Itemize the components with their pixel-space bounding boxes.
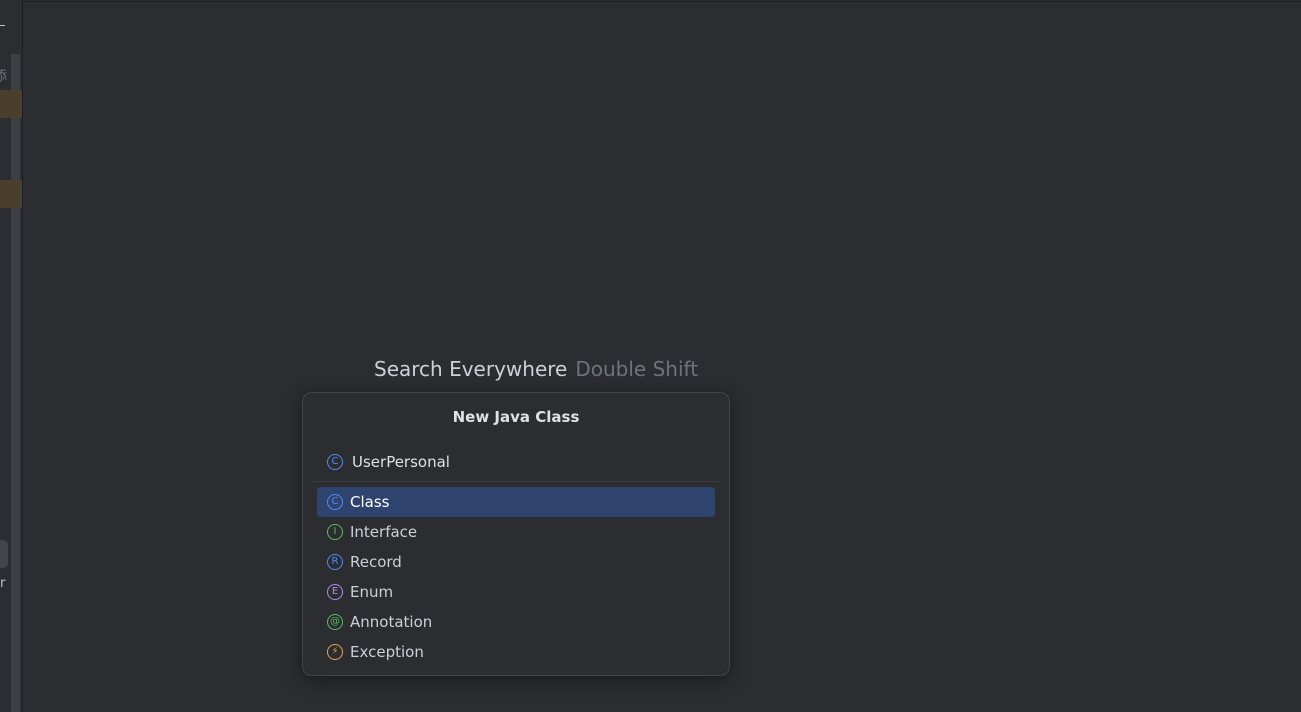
class-icon: C	[327, 454, 343, 470]
enum-icon: E	[327, 584, 343, 600]
ide-window: 添 r Search Everywhere Double Shift New Ja…	[0, 0, 1301, 712]
separator	[313, 481, 719, 482]
class-kind-list: C Class I Interface R Record E Enum @ An…	[317, 487, 715, 667]
tool-window-scrollbar[interactable]	[11, 54, 20, 712]
class-icon: C	[327, 494, 343, 510]
dialog-title: New Java Class	[452, 408, 580, 426]
kind-label: Class	[350, 493, 390, 511]
tool-window-tab[interactable]	[0, 540, 8, 568]
exception-icon: ⚡	[327, 644, 343, 660]
kind-item-interface[interactable]: I Interface	[317, 517, 715, 547]
record-icon: R	[327, 554, 343, 570]
kind-label: Record	[350, 553, 402, 571]
kind-item-enum[interactable]: E Enum	[317, 577, 715, 607]
annotation-icon: @	[327, 614, 343, 630]
project-tool-window-edge: 添 r	[0, 0, 23, 712]
kind-label: Annotation	[350, 613, 433, 631]
hint-shortcut: Double Shift	[575, 357, 699, 381]
kind-item-annotation[interactable]: @ Annotation	[317, 607, 715, 637]
kind-item-record[interactable]: R Record	[317, 547, 715, 577]
search-everywhere-hint: Search Everywhere Double Shift	[374, 357, 698, 381]
kind-item-exception[interactable]: ⚡ Exception	[317, 637, 715, 667]
kind-label: Exception	[350, 643, 424, 661]
interface-icon: I	[327, 524, 343, 540]
kind-label: Interface	[350, 523, 418, 541]
class-name-input[interactable]	[352, 453, 692, 471]
tree-item-fragment: 添	[0, 65, 7, 84]
kind-item-class[interactable]: C Class	[317, 487, 715, 517]
highlighted-row[interactable]	[0, 180, 22, 208]
new-java-class-dialog: New Java Class C C Class I Interface R R…	[302, 392, 730, 676]
minimize-dash-icon[interactable]	[0, 25, 5, 26]
hint-label: Search Everywhere	[374, 357, 568, 381]
highlighted-row[interactable]	[0, 90, 22, 118]
class-name-row: C	[327, 449, 715, 475]
tool-window-text-fragment: r	[0, 576, 6, 591]
kind-label: Enum	[350, 583, 394, 601]
